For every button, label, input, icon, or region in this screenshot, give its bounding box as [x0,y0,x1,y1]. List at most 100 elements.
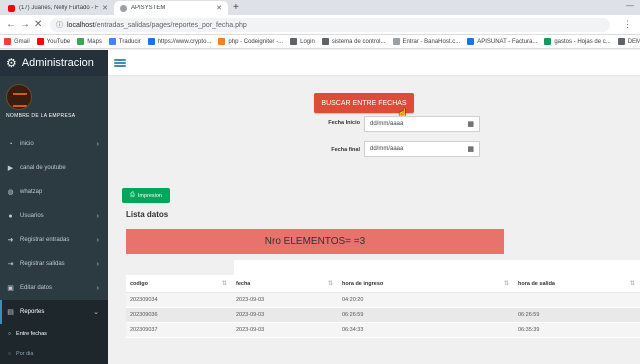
sidebar-item-inicio[interactable]: ◔ inicio › [0,132,108,156]
bookmark-favicon-icon [544,38,552,45]
impresion-label: Impresion [137,192,162,199]
bookmark-item[interactable]: Gmail [4,38,30,45]
sidebar-item-reportes[interactable]: ▤ Reportes ⌄ [0,300,108,324]
bookmark-label: APISUNAT - Factura... [477,38,538,45]
bookmark-favicon-icon [147,38,155,45]
sidebar-item-usuarios[interactable]: ● Usuarios › [0,204,108,228]
browser-tab-youtube[interactable]: (17) Juanes, Nelly Furtado - Fot... ✕ [2,1,114,15]
circle-icon: ○ [8,351,12,357]
calendar-icon[interactable]: ▦ [467,120,474,128]
bookmark-label: php - Codeigniter -... [228,38,284,45]
column-header-codigo[interactable]: codigo ⇅ [126,275,232,292]
sidebar: ⚙ Administracion NOMBRE DE LA EMPRESA ◔ i… [0,50,108,364]
login-icon: ➜ [7,237,14,244]
sidebar-item-registrar-entradas[interactable]: ➜ Registrar entradas › [0,228,108,252]
table-cell: 06:35:39 [518,327,540,333]
window-minimize-icon[interactable]: — [626,1,634,10]
bookmark-favicon-icon [77,38,85,45]
chevron-right-icon: › [96,140,99,148]
column-header-fecha[interactable]: fecha ⇅ [232,275,338,292]
browser-tab-bar: (17) Juanes, Nelly Furtado - Fot... ✕ AP… [0,0,640,15]
sidebar-item-whatzap[interactable]: ◍ whatzap [0,180,108,204]
close-tab-icon[interactable]: ✕ [102,4,108,12]
header-label: hora de salida [518,280,555,287]
sidebar-item-canal-de-youtube[interactable]: ▶ canal de youtube [0,156,108,180]
sidebar-subitem-entre-fechas[interactable]: ○ Entre fechas [0,324,108,344]
reportes-submenu: ○ Entre fechas ○ Por dia [0,324,108,364]
sidebar-subitem-por-dia[interactable]: ○ Por dia [0,344,108,364]
forward-arrow-icon[interactable]: → [20,18,30,32]
sort-icon: ⇅ [629,281,635,287]
reports-icon: ▤ [7,309,14,316]
bookmark-favicon-icon [4,38,11,45]
users-icon: ● [8,212,13,220]
back-arrow-icon[interactable]: ← [6,18,16,32]
url-input[interactable]: ⓘ localhost /entradas_salidas/pages/repo… [50,18,610,32]
company-logo [6,84,32,110]
sidebar-item-label: canal de youtube [20,165,66,171]
calendar-icon[interactable]: ▦ [467,145,474,153]
info-icon[interactable]: ⓘ [56,20,63,30]
bookmark-favicon-icon [108,38,116,45]
globe-favicon-icon [120,4,127,12]
date-placeholder: dd/mm/aaaa [370,121,404,127]
sidebar-brand[interactable]: ⚙ Administracion [0,50,108,76]
bookmark-item[interactable]: gastos - Hojas de c... [544,38,611,45]
column-header-hora-salida[interactable]: hora de salida ⇅ [514,275,640,292]
table-cell: 2023-09-03 [236,327,265,333]
bookmark-label: Login [300,38,315,45]
browser-menu-icon[interactable]: ⋮ [623,19,632,30]
bookmark-label: Entrar - BanaHost.c... [402,38,461,45]
youtube-favicon-icon [8,4,15,12]
bookmark-item[interactable]: Entrar - BanaHost.c... [392,38,461,45]
chevron-right-icon: › [96,284,99,292]
sidebar-item-editar-datos[interactable]: ▣ Editar datos › [0,276,108,300]
fecha-inicio-label: Fecha Inicio [328,120,360,126]
impresion-button[interactable]: ⎙ Impresion [122,188,170,203]
bookmark-favicon-icon [218,38,226,45]
bookmark-item[interactable]: php - Codeigniter -... [218,38,283,45]
logout-icon: ⇥ [7,261,14,268]
fecha-final-label: Fecha final [331,147,360,153]
url-path: /entradas_salidas/pages/reportes_por_fec… [94,21,247,29]
bookmark-item[interactable]: YouTube [36,38,70,45]
column-header-hora-ingreso[interactable]: hora de ingreso ⇅ [338,275,514,292]
sidebar-item-label: Editar datos [20,285,53,291]
table-cell: 06:34:33 [342,327,364,333]
company-name: NOMBRE DE LA EMPRESA [6,113,76,119]
table-cell: 06:26:59 [518,312,540,318]
new-tab-button[interactable]: + [233,1,239,14]
bookmark-item[interactable]: Login [290,38,315,45]
sidebar-menu: ◔ inicio › ▶ canal de youtube ◍ whatzap ● Usuari… [0,132,108,324]
fecha-inicio-input[interactable]: dd/mm/aaaa ▦ [364,116,480,132]
hamburger-menu-icon[interactable] [114,56,126,70]
fecha-final-input[interactable]: dd/mm/aaaa ▦ [364,141,480,157]
table-row: 202309034 2023-09-03 04:20:20 [126,293,640,308]
bookmark-item[interactable]: https://www.crypto... [147,38,211,45]
table-cell: 2023-09-03 [236,297,265,303]
gear-icon: ⚙ [6,56,17,70]
bookmark-item[interactable]: Traducir [108,38,141,45]
lista-datos-title: Lista datos [126,210,169,219]
bookmark-label: DEMO S [627,38,640,45]
bookmark-item[interactable]: sistema de control... [321,38,386,45]
bookmark-item[interactable]: Maps [77,38,102,45]
youtube-icon: ▶ [7,165,14,172]
table-header-row: codigo ⇅ fecha ⇅ hora de ingreso ⇅ hora … [126,275,640,293]
browser-tab-apisystem[interactable]: APISYSTEM ✕ [114,1,228,15]
url-host: localhost [67,21,95,29]
subitem-label: Por dia [16,351,34,357]
sort-icon: ⇅ [327,281,333,287]
bookmark-item[interactable]: DEMO S [617,38,640,45]
stop-loading-icon[interactable]: ✕ [34,18,42,32]
results-table: codigo ⇅ fecha ⇅ hora de ingreso ⇅ hora … [126,275,640,338]
bookmark-favicon-icon [290,38,298,45]
close-tab-icon[interactable]: ✕ [216,4,222,12]
header-label: codigo [130,280,149,287]
tab-label: APISYSTEM [131,5,166,11]
bookmark-item[interactable]: APISUNAT - Factura... [467,38,537,45]
sidebar-item-registrar-salidas[interactable]: ⇥ Registrar salidas › [0,252,108,276]
table-cell: 04:20:20 [342,297,364,303]
table-cell: 202309034 [130,297,158,303]
tab-label: (17) Juanes, Nelly Furtado - Fot... [19,5,99,11]
